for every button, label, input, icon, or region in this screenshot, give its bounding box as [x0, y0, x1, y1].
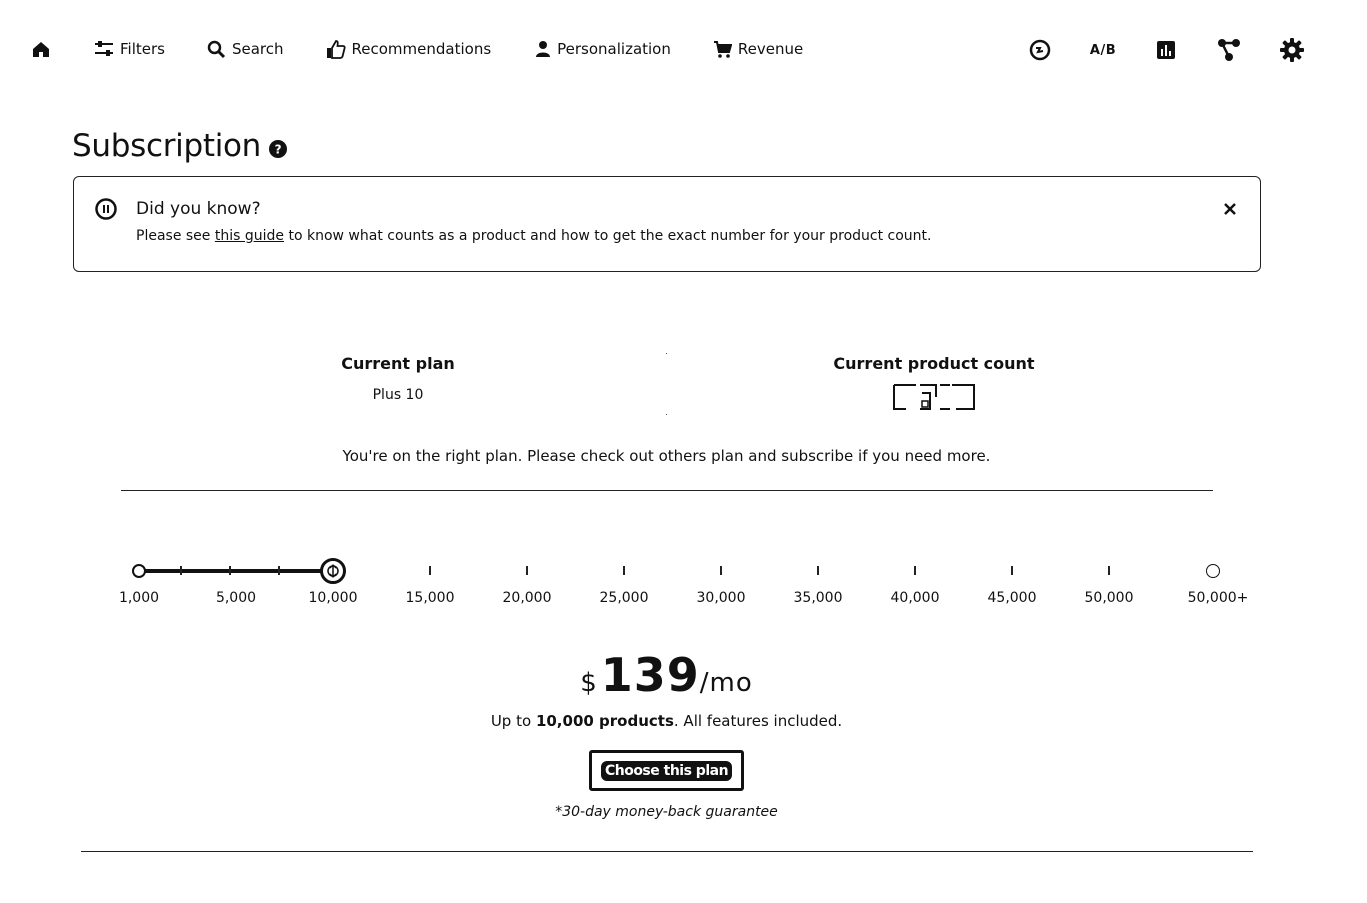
svg-text:?: ? [275, 143, 282, 157]
support-icon[interactable] [1026, 36, 1054, 64]
home-icon[interactable] [30, 38, 52, 60]
help-icon[interactable]: ? [269, 130, 288, 166]
current-plan-value: Plus 10 [372, 387, 424, 403]
slider-tick-label: 50,000+ [1187, 590, 1249, 606]
price-description: Up to 10,000 products. All features incl… [0, 712, 1333, 730]
banner-text: Please see this guide to know what count… [136, 228, 931, 244]
nav-revenue-label: Revenue [737, 40, 804, 58]
divider-dot [666, 353, 667, 354]
banner-text-after: to know what counts as a product and how… [284, 228, 932, 244]
guide-link[interactable]: this guide [215, 228, 284, 244]
price-desc-before: Up to [490, 712, 536, 730]
user-icon [536, 41, 551, 57]
slider-tick[interactable] [623, 566, 625, 575]
info-icon [95, 198, 117, 224]
top-nav: Filters Search Recommendations Personali… [0, 0, 1367, 98]
divider [121, 490, 1213, 491]
nav-filters[interactable]: Filters [94, 36, 165, 62]
slider-tick-label: 45,000 [987, 590, 1037, 606]
nav-personalization[interactable]: Personalization [535, 36, 671, 62]
slider-tick-label: 10,000 [308, 590, 358, 606]
slider-end-knob[interactable] [1206, 564, 1220, 578]
nav-recommendations[interactable]: Recommendations [326, 36, 492, 62]
slider-handle[interactable] [320, 558, 346, 584]
nav-search[interactable]: Search [207, 36, 284, 62]
slider-tick-label: 30,000 [696, 590, 746, 606]
current-plan-label: Current plan [341, 354, 455, 373]
banner-text-before: Please see [136, 228, 215, 244]
slider-tick-label: 35,000 [793, 590, 843, 606]
price-desc-after: . All features included. [673, 712, 843, 730]
slider-start-knob [132, 564, 146, 578]
analytics-icon[interactable] [1152, 36, 1180, 64]
slider-tick-label: 1,000 [118, 590, 160, 606]
sliders-icon [95, 41, 113, 56]
nav-filters-label: Filters [120, 40, 165, 58]
close-icon[interactable] [1220, 199, 1240, 219]
page-title: Subscription ? [72, 126, 288, 166]
nav-recommendations-label: Recommendations [351, 40, 492, 58]
slider-tick[interactable] [1011, 566, 1013, 575]
banner-title: Did you know? [136, 199, 261, 219]
slider-tick-label: 50,000 [1084, 590, 1134, 606]
nav-personalization-label: Personalization [557, 40, 671, 58]
slider-tick [278, 566, 280, 575]
gear-icon[interactable] [1278, 36, 1306, 64]
thumbs-up-icon [326, 39, 346, 59]
current-product-count: Current product count [784, 354, 1084, 411]
choose-plan-button[interactable]: Choose this plan [589, 750, 744, 791]
slider-tick-label: 40,000 [890, 590, 940, 606]
slider-tick [180, 566, 182, 575]
slider-tick[interactable] [526, 566, 528, 575]
slider-tick-label: 20,000 [502, 590, 552, 606]
price-period: /mo [699, 668, 753, 698]
slider-tick[interactable] [817, 566, 819, 575]
slider-tick[interactable] [720, 566, 722, 575]
cart-icon [713, 40, 732, 58]
page-title-text: Subscription [72, 128, 262, 164]
current-plan: Current plan Plus 10 [298, 354, 498, 403]
drag-arrows-icon [327, 564, 339, 578]
price-desc-bold: 10,000 products [535, 712, 674, 730]
ab-test-icon[interactable]: A/B [1089, 36, 1117, 64]
slider-tick[interactable] [1108, 566, 1110, 575]
ab-test-label: A/B [1089, 42, 1117, 58]
product-count-slider[interactable]: 1,000 5,000 10,000 15,000 20,000 25,000 30,000… [0, 550, 1367, 610]
integrations-icon[interactable] [1215, 36, 1243, 64]
info-banner: Did you know? Please see this guide to k… [73, 176, 1261, 272]
nav-search-label: Search [231, 40, 284, 58]
slider-track-fill [139, 569, 333, 573]
current-product-count-label: Current product count [833, 354, 1035, 373]
divider [81, 851, 1253, 852]
choose-plan-label: Choose this plan [600, 760, 733, 781]
plan-message: You're on the right plan. Please check o… [342, 447, 991, 465]
price-currency: $ [580, 668, 597, 698]
price: $ 139 /mo [0, 648, 1333, 702]
nav-revenue[interactable]: Revenue [713, 36, 803, 62]
slider-tick[interactable] [914, 566, 916, 575]
price-amount: 139 [600, 648, 700, 702]
product-count-loading [892, 383, 976, 411]
slider-tick-label: 5,000 [215, 590, 257, 606]
guarantee-text: *30-day money-back guarantee [555, 804, 778, 820]
slider-tick-label: 25,000 [599, 590, 649, 606]
slider-tick [229, 566, 231, 575]
slider-tick[interactable] [429, 566, 431, 575]
divider-dot [666, 414, 667, 415]
search-icon [207, 40, 226, 58]
slider-tick-label: 15,000 [405, 590, 455, 606]
